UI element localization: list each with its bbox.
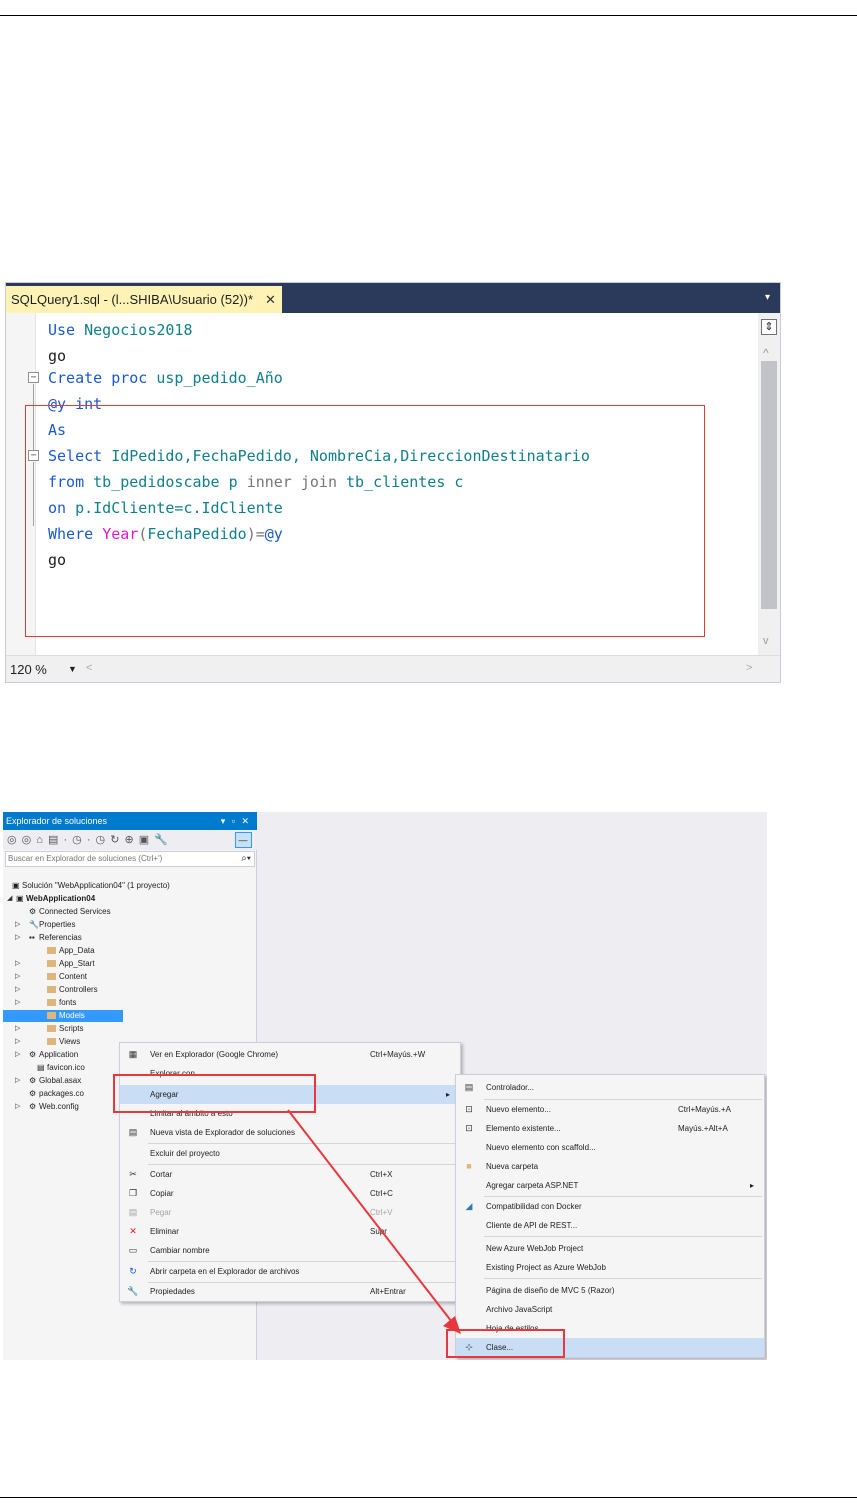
code-editor[interactable]: Use Negocios2018 go − Create proc usp_pe… [6,313,758,655]
tab-title: SQLQuery1.sql - (l...SHIBA\Usuario (52))… [11,292,254,307]
code-line: Create proc usp_pedido_Año [48,369,283,387]
editor-status-bar: 120 % ▼ < > [6,655,780,682]
sql-editor-window: SQLQuery1.sql - (l...SHIBA\Usuario (52))… [5,282,781,683]
split-icon[interactable]: ⇕ [761,319,777,335]
vertical-scrollbar[interactable]: ⇕ ^ v [758,313,780,655]
top-page-rule [0,15,857,16]
collapse-icon[interactable]: − [28,372,39,383]
scroll-up-icon[interactable]: ^ [763,346,769,360]
bottom-page-rule [0,1497,857,1498]
scroll-down-icon[interactable]: v [763,635,769,647]
zoom-level[interactable]: 120 % [10,662,47,677]
tab-sqlquery1[interactable]: SQLQuery1.sql - (l...SHIBA\Usuario (52))… [6,286,282,313]
code-line: Use Negocios2018 [48,321,193,339]
highlight-box [25,405,705,637]
visual-studio-screenshot: Explorador de soluciones ▾ ▫ ✕ ◎ ◎ ⌂ ▤ ·… [3,812,767,1360]
annotation-arrow [287,1109,461,1334]
scroll-thumb[interactable] [761,361,777,609]
tab-list-dropdown-icon[interactable]: ▾ [765,292,770,303]
scroll-left-icon[interactable]: < [86,662,92,674]
zoom-dropdown-icon[interactable]: ▼ [68,664,77,674]
tab-close-icon[interactable]: ✕ [265,292,276,308]
scroll-right-icon[interactable]: > [746,662,752,674]
editor-tabstrip: SQLQuery1.sql - (l...SHIBA\Usuario (52))… [6,283,780,313]
